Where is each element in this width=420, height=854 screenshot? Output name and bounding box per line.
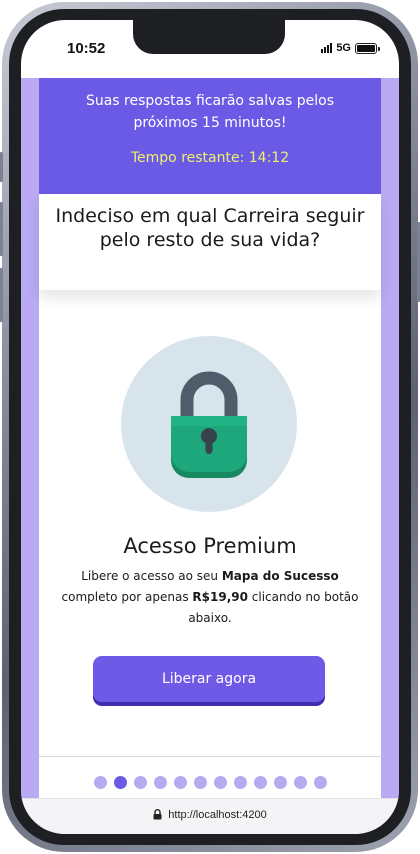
pagination-dot[interactable]: [253, 776, 267, 789]
pagination-dots: [39, 776, 381, 789]
pagination-dot[interactable]: [173, 776, 187, 789]
headline-card: Indeciso em qual Carreira seguir pelo re…: [39, 194, 381, 290]
divider: [39, 756, 381, 757]
pagination-dot[interactable]: [273, 776, 287, 789]
network-label: 5G: [336, 42, 351, 54]
save-notice-text: Suas respostas ficarão salvas pelos próx…: [85, 93, 335, 131]
page-content: Suas respostas ficarão salvas pelos próx…: [39, 78, 381, 798]
url-text: http://localhost:4200: [168, 808, 267, 821]
pagination-dot[interactable]: [313, 776, 327, 789]
desc-text: Libere o acesso ao seu: [81, 569, 222, 583]
pagination-dot[interactable]: [213, 776, 227, 789]
signal-icon: [321, 43, 333, 53]
lock-secure-icon: [153, 809, 162, 820]
pagination-dot[interactable]: [293, 776, 307, 789]
desc-price: R$19,90: [192, 590, 248, 604]
lock-illustration: [121, 336, 297, 512]
pagination-dot[interactable]: [193, 776, 207, 789]
phone-volume-up-button: [0, 202, 3, 256]
pagination-dot-active[interactable]: [113, 776, 127, 789]
camera-notch: [133, 20, 285, 54]
unlock-now-button[interactable]: Liberar agora: [93, 656, 325, 702]
premium-title: Acesso Premium: [123, 534, 297, 558]
phone-side-button: [0, 152, 3, 182]
phone-screen: 10:52 5G Suas respostas ficarão salvas p…: [21, 20, 399, 834]
pagination-dot[interactable]: [93, 776, 107, 789]
countdown-timer: Tempo restante: 14:12: [130, 150, 290, 166]
pagination-dot[interactable]: [233, 776, 247, 789]
phone-volume-down-button: [0, 268, 3, 322]
status-indicators: 5G: [321, 42, 380, 54]
web-page: Suas respostas ficarão salvas pelos próx…: [21, 78, 399, 798]
desc-product-name: Mapa do Sucesso: [221, 569, 339, 583]
pagination-dot[interactable]: [153, 776, 167, 789]
browser-url-bar[interactable]: http://localhost:4200: [21, 798, 399, 834]
phone-frame: 10:52 5G Suas respostas ficarão salvas p…: [0, 2, 420, 852]
battery-icon: [355, 42, 380, 54]
premium-description: Libere o acesso ao seu Mapa do Sucesso c…: [53, 566, 367, 629]
desc-text: completo por apenas: [61, 590, 193, 604]
save-notice-banner: Suas respostas ficarão salvas pelos próx…: [39, 78, 381, 194]
pagination-dot[interactable]: [133, 776, 147, 789]
status-time: 10:52: [67, 40, 106, 57]
lock-icon: [171, 371, 247, 478]
page-headline: Indeciso em qual Carreira seguir pelo re…: [55, 205, 365, 251]
phone-bezel: 10:52 5G Suas respostas ficarão salvas p…: [9, 9, 411, 845]
